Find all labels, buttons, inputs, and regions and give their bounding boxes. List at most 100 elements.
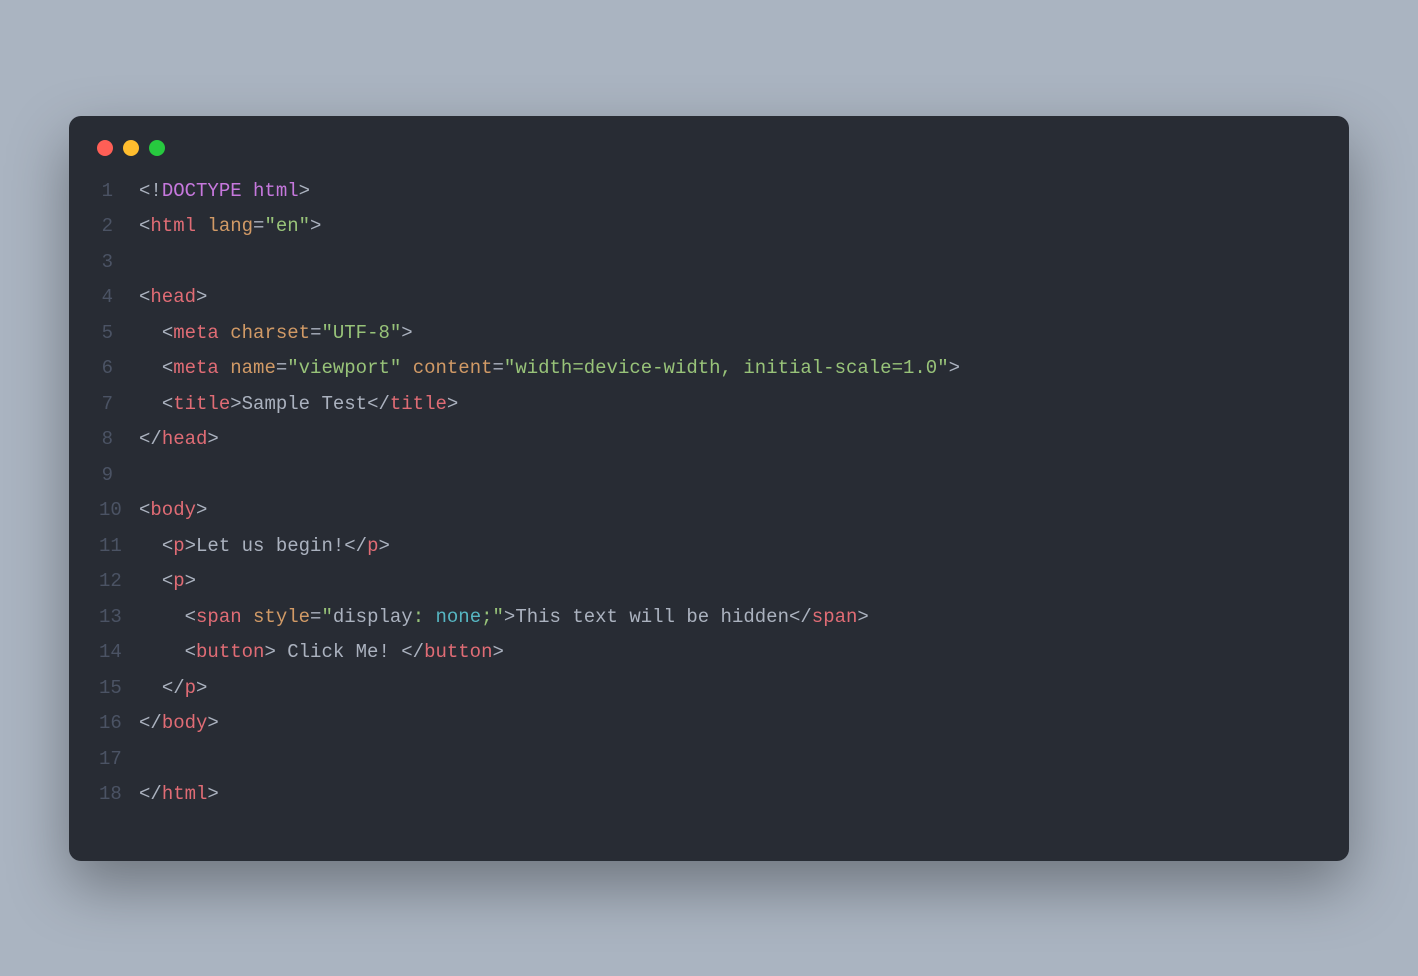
token-tag: p — [173, 570, 184, 592]
code-line: 5 <meta charset="UTF-8"> — [99, 316, 1319, 352]
token-punct: > — [310, 215, 321, 237]
maximize-icon[interactable] — [149, 140, 165, 156]
line-number: 7 — [99, 387, 139, 423]
token-tag: p — [367, 535, 378, 557]
token-string: "UTF-8" — [321, 322, 401, 344]
token-punct: > — [196, 499, 207, 521]
token-text: Click Me! — [276, 641, 401, 663]
token-punct: < — [185, 606, 196, 628]
token-punct: = — [310, 322, 321, 344]
code-line: 16</body> — [99, 706, 1319, 742]
code-content: <!DOCTYPE html> — [139, 174, 310, 210]
token-string: : — [413, 606, 436, 628]
token-punct: < — [162, 357, 173, 379]
token-cssprop: display — [333, 606, 413, 628]
line-number: 15 — [99, 671, 139, 707]
token-punct: </ — [344, 535, 367, 557]
code-line: 18</html> — [99, 777, 1319, 813]
line-number: 12 — [99, 564, 139, 600]
line-number: 8 — [99, 422, 139, 458]
window-titlebar — [69, 116, 1349, 174]
token-text — [219, 357, 230, 379]
token-punct: > — [504, 606, 515, 628]
token-string: "en" — [264, 215, 310, 237]
token-text: Let us begin! — [196, 535, 344, 557]
token-punct: < — [162, 570, 173, 592]
code-line: 8</head> — [99, 422, 1319, 458]
code-line: 10<body> — [99, 493, 1319, 529]
code-content: </html> — [139, 777, 219, 813]
line-number: 14 — [99, 635, 139, 671]
code-line: 6 <meta name="viewport" content="width=d… — [99, 351, 1319, 387]
token-tag: title — [173, 393, 230, 415]
code-content: <body> — [139, 493, 207, 529]
token-punct: < — [139, 215, 150, 237]
code-line: 15 </p> — [99, 671, 1319, 707]
line-number: 5 — [99, 316, 139, 352]
code-editor-window: 1<!DOCTYPE html>2<html lang="en">34<head… — [69, 116, 1349, 861]
line-number: 17 — [99, 742, 139, 778]
token-string: "width=device-width, initial-scale=1.0" — [504, 357, 949, 379]
token-punct: > — [207, 428, 218, 450]
token-punct: = — [310, 606, 321, 628]
code-line: 14 <button> Click Me! </button> — [99, 635, 1319, 671]
code-area[interactable]: 1<!DOCTYPE html>2<html lang="en">34<head… — [69, 174, 1349, 861]
token-tag: meta — [173, 322, 219, 344]
token-tag: span — [196, 606, 242, 628]
token-punct: </ — [789, 606, 812, 628]
token-punct: > — [264, 641, 275, 663]
token-punct: > — [185, 570, 196, 592]
token-punct: < — [139, 499, 150, 521]
close-icon[interactable] — [97, 140, 113, 156]
token-cssval: none — [436, 606, 482, 628]
token-punct: </ — [139, 783, 162, 805]
token-text — [139, 393, 162, 415]
code-content: <p> — [139, 564, 196, 600]
line-number: 13 — [99, 600, 139, 636]
token-punct: > — [401, 322, 412, 344]
token-tag: button — [196, 641, 264, 663]
token-text: Sample Test — [242, 393, 367, 415]
code-line: 2<html lang="en"> — [99, 209, 1319, 245]
token-text — [196, 215, 207, 237]
code-content: <button> Click Me! </button> — [139, 635, 504, 671]
line-number: 11 — [99, 529, 139, 565]
token-string: " — [321, 606, 332, 628]
token-doctype: DOCTYPE html — [162, 180, 299, 202]
code-content: </p> — [139, 671, 207, 707]
token-text — [219, 322, 230, 344]
code-content: </body> — [139, 706, 219, 742]
code-line: 3 — [99, 245, 1319, 281]
token-tag: p — [173, 535, 184, 557]
code-content: <title>Sample Test</title> — [139, 387, 458, 423]
token-punct: = — [493, 357, 504, 379]
token-tag: p — [185, 677, 196, 699]
token-punct: > — [857, 606, 868, 628]
line-number: 4 — [99, 280, 139, 316]
line-number: 9 — [99, 458, 139, 494]
code-content: <meta name="viewport" content="width=dev… — [139, 351, 960, 387]
line-number: 2 — [99, 209, 139, 245]
token-attr: name — [230, 357, 276, 379]
token-tag: head — [162, 428, 208, 450]
token-punct: < — [139, 286, 150, 308]
token-tag: body — [162, 712, 208, 734]
code-line: 17 — [99, 742, 1319, 778]
token-string: ;" — [481, 606, 504, 628]
token-text — [139, 535, 162, 557]
token-punct: = — [253, 215, 264, 237]
token-text — [242, 606, 253, 628]
token-text — [139, 357, 162, 379]
token-punct: </ — [139, 428, 162, 450]
token-punct: </ — [401, 641, 424, 663]
token-punct: > — [299, 180, 310, 202]
token-text — [139, 677, 162, 699]
token-punct: <! — [139, 180, 162, 202]
line-number: 10 — [99, 493, 139, 529]
token-punct: > — [207, 712, 218, 734]
token-punct: < — [185, 641, 196, 663]
token-attr: lang — [207, 215, 253, 237]
token-punct: > — [196, 677, 207, 699]
minimize-icon[interactable] — [123, 140, 139, 156]
code-line: 1<!DOCTYPE html> — [99, 174, 1319, 210]
